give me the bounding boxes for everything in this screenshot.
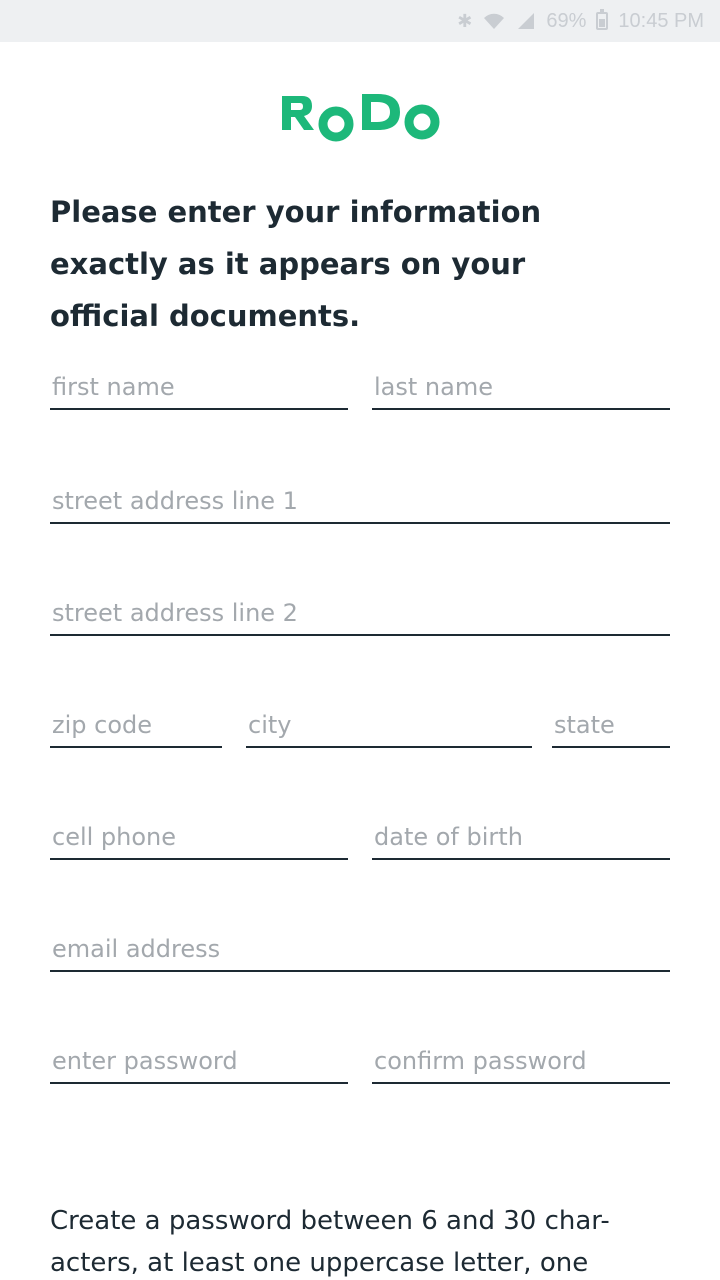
city-input[interactable] <box>246 708 532 746</box>
wifi-icon <box>484 13 505 29</box>
signal-icon <box>518 13 535 29</box>
confirm-password-field[interactable] <box>372 1044 670 1084</box>
email-field[interactable] <box>50 932 670 972</box>
signup-screen: ✱ 69% 10:45 PM Please enter your informa… <box>0 0 720 1280</box>
last-name-input[interactable] <box>372 370 670 408</box>
status-bar: ✱ 69% 10:45 PM <box>0 0 720 42</box>
street-address-2-input[interactable] <box>50 596 670 634</box>
cell-phone-field[interactable] <box>50 820 348 860</box>
street-address-1-input[interactable] <box>50 484 670 522</box>
state-field[interactable] <box>552 708 670 748</box>
date-of-birth-input[interactable] <box>372 820 670 858</box>
state-input[interactable] <box>552 708 670 746</box>
email-input[interactable] <box>50 932 670 970</box>
intro-instructions: Please enter your information exactly as… <box>50 195 542 333</box>
street-address-1-field[interactable] <box>50 484 670 524</box>
first-name-field[interactable] <box>50 370 348 410</box>
confirm-password-input[interactable] <box>372 1044 670 1082</box>
bluetooth-icon: ✱ <box>457 10 473 31</box>
city-field[interactable] <box>246 708 532 748</box>
clock-time: 10:45 PM <box>618 9 704 32</box>
cell-phone-input[interactable] <box>50 820 348 858</box>
password-input[interactable] <box>50 1044 348 1082</box>
date-of-birth-field[interactable] <box>372 820 670 860</box>
password-requirements: Create a password between 6 and 30 char-… <box>50 1206 610 1278</box>
battery-icon <box>596 9 609 30</box>
zip-code-input[interactable] <box>50 708 222 746</box>
battery-percent: 69% <box>546 9 587 32</box>
rodo-logo <box>282 94 440 142</box>
zip-code-field[interactable] <box>50 708 222 748</box>
last-name-field[interactable] <box>372 370 670 410</box>
password-field[interactable] <box>50 1044 348 1084</box>
street-address-2-field[interactable] <box>50 596 670 636</box>
first-name-input[interactable] <box>50 370 348 408</box>
